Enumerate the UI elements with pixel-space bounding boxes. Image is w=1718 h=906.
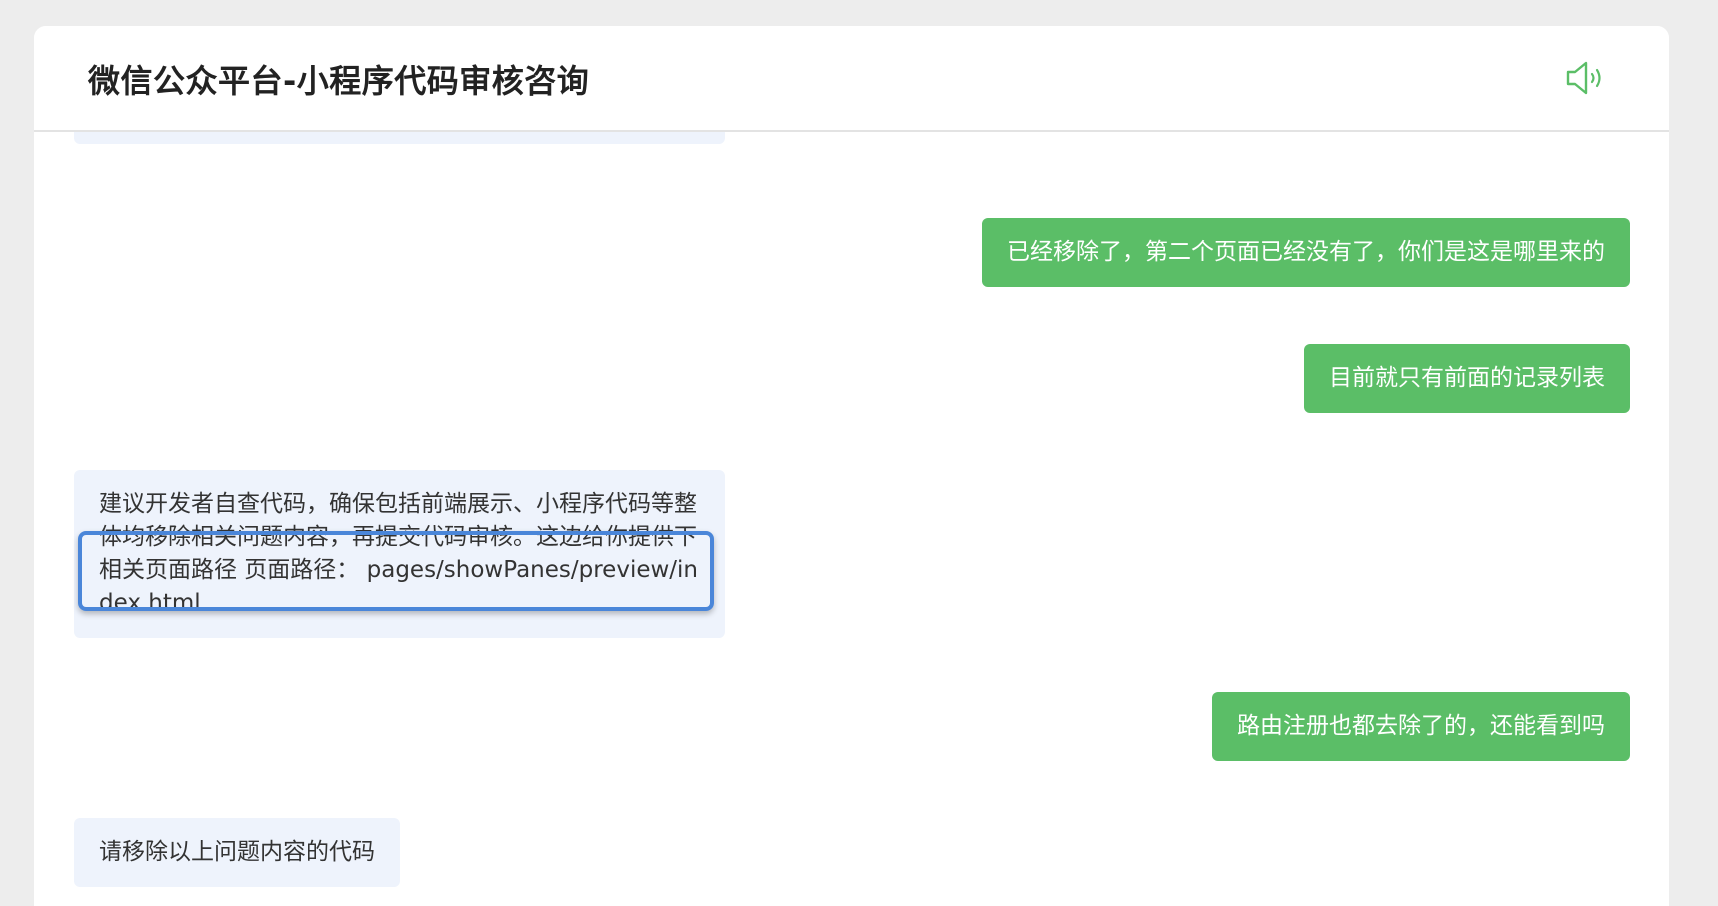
message-bubble-theirs: 请移除以上问题内容的代码 <box>74 818 400 887</box>
chat-window: 微信公众平台-小程序代码审核咨询 已经移除了，第二个页面已经没有了，你们是这是哪… <box>34 26 1669 906</box>
message-bubble-theirs: 建议开发者自查代码，确保包括前端展示、小程序代码等整体均移除相关问题内容，再提交… <box>74 470 725 638</box>
message-text: 请移除以上问题内容的代码 <box>99 839 375 865</box>
message-text: 已经移除了，第二个页面已经没有了，你们是这是哪里来的 <box>1007 239 1605 265</box>
message-text: 路由注册也都去除了的，还能看到吗 <box>1237 713 1605 739</box>
speaker-icon[interactable] <box>1565 58 1609 98</box>
page-title: 微信公众平台-小程序代码审核咨询 <box>88 62 590 100</box>
message-list[interactable]: 已经移除了，第二个页面已经没有了，你们是这是哪里来的 目前就只有前面的记录列表 … <box>34 132 1669 906</box>
message-bubble-mine: 目前就只有前面的记录列表 <box>1304 344 1630 413</box>
message-bubble-mine: 已经移除了，第二个页面已经没有了，你们是这是哪里来的 <box>982 218 1630 287</box>
message-bubble-mine: 路由注册也都去除了的，还能看到吗 <box>1212 692 1630 761</box>
message-text: 建议开发者自查代码，确保包括前端展示、小程序代码等整体均移除相关问题内容，再提交… <box>99 491 699 616</box>
message-text: 目前就只有前面的记录列表 <box>1329 365 1605 391</box>
chat-header: 微信公众平台-小程序代码审核咨询 <box>34 26 1669 132</box>
message-bubble-partial <box>74 132 725 144</box>
